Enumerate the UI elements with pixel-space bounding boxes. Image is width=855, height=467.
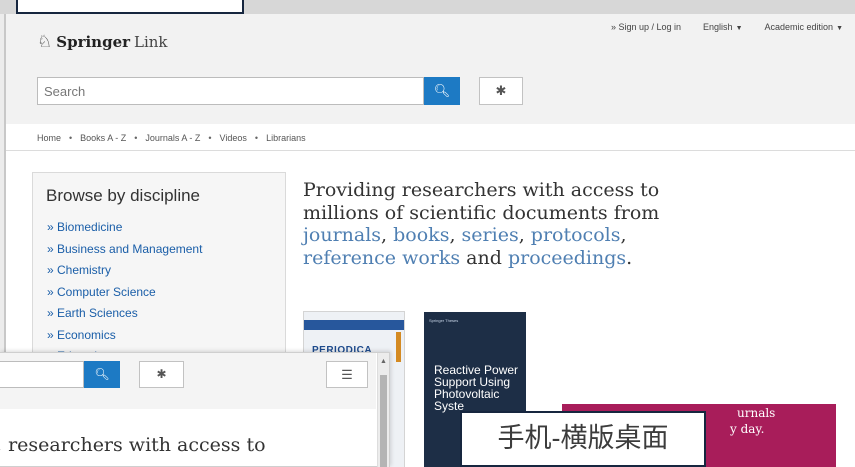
language-selector[interactable]: English ▼ [703, 22, 742, 32]
discipline-list: » Biomedicine » Business and Management … [33, 206, 285, 368]
separator-dot: • [69, 133, 73, 143]
books-link[interactable]: books [393, 224, 449, 246]
chevron-down-icon: ▼ [735, 25, 743, 32]
signup-login-link[interactable]: » Sign up / Log in [611, 22, 681, 32]
site-header: ♘ Springer Link » Sign up / Log in Engli… [6, 14, 855, 124]
cover-band [304, 320, 404, 330]
cover-accent-bar [396, 332, 401, 362]
promo-text-1: urnals [737, 406, 776, 420]
preview-search-button[interactable]: 🔍︎ [84, 361, 120, 388]
search-icon: 🔍︎ [94, 367, 110, 381]
language-label: English [703, 22, 733, 32]
nav-home[interactable]: Home [37, 133, 61, 143]
logo-springer-text: Springer [56, 33, 131, 51]
nav-librarians[interactable]: Librarians [266, 133, 306, 143]
separator-dot: • [208, 133, 212, 143]
headline-line-1: Providing researchers with access to [303, 179, 660, 201]
headline-line-4: reference works and proceedings. [303, 246, 633, 269]
mobile-landscape-caption: 手机-横版桌面 [460, 411, 706, 467]
nav-books-a-z[interactable]: Books A - Z [80, 133, 126, 143]
search-icon: 🔍︎ [433, 83, 451, 98]
search-button[interactable]: 🔍︎ [424, 77, 460, 105]
gear-icon: ✱ [156, 367, 167, 381]
proceedings-link[interactable]: proceedings [508, 247, 626, 269]
breadcrumb: Home • Books A - Z • Journals A - Z • Vi… [37, 133, 306, 143]
separator-dot: • [134, 133, 138, 143]
logo-link-text: Link [134, 33, 168, 51]
preview-headline: , researchers with access to [0, 434, 266, 456]
intro-headline: Providing researchers with access to mil… [303, 179, 823, 269]
preview-search-input[interactable] [0, 361, 84, 388]
mobile-landscape-preview: 🔍︎ ✱ ☰ , researchers with access to ▲ [0, 352, 390, 467]
discipline-link[interactable]: » Chemistry [47, 260, 285, 282]
headline-line-2: millions of scientific documents from [303, 201, 660, 224]
chevron-down-icon: ▼ [836, 25, 843, 32]
edition-selector[interactable]: Academic edition ▼ [765, 22, 843, 32]
discipline-link[interactable]: » Business and Management [47, 239, 285, 261]
browse-title: Browse by discipline [46, 186, 201, 205]
springer-link-logo[interactable]: ♘ Springer Link [37, 32, 168, 52]
discipline-link[interactable]: » Economics [47, 325, 285, 347]
preview-menu-button[interactable]: ☰ [326, 361, 368, 388]
edition-label: Academic edition [764, 22, 834, 32]
menu-icon: ☰ [341, 367, 353, 382]
settings-button[interactable]: ✱ [479, 77, 523, 105]
springer-horse-icon: ♘ [37, 32, 53, 52]
scrollbar-thumb[interactable] [380, 375, 387, 467]
scroll-up-icon[interactable]: ▲ [380, 358, 387, 365]
discipline-link[interactable]: » Computer Science [47, 282, 285, 304]
book-title: Reactive Power Support Using Photovoltai… [434, 364, 518, 412]
nav-journals-a-z[interactable]: Journals A - Z [145, 133, 200, 143]
nav-videos[interactable]: Videos [220, 133, 247, 143]
series-link[interactable]: series [462, 224, 519, 246]
separator-dot: • [254, 133, 259, 143]
journals-link[interactable]: journals [303, 224, 381, 246]
and-text: and [460, 246, 508, 269]
header-divider [6, 150, 855, 151]
book-series-label: Springer Theses [429, 318, 459, 323]
preview-settings-button[interactable]: ✱ [139, 361, 184, 388]
preview-header: 🔍︎ ✱ ☰ [0, 353, 376, 409]
gear-icon: ✱ [495, 83, 507, 98]
protocols-link[interactable]: protocols [531, 224, 621, 246]
discipline-link[interactable]: » Earth Sciences [47, 303, 285, 325]
search-input[interactable]: Search [37, 77, 424, 105]
reference-works-link[interactable]: reference works [303, 247, 460, 269]
discipline-link[interactable]: » Biomedicine [47, 217, 285, 239]
promo-text-2: y day. [730, 422, 765, 436]
top-links: » Sign up / Log in English ▼ Academic edi… [611, 22, 843, 32]
preview-scrollbar[interactable]: ▲ [377, 353, 389, 467]
headline-line-3: journals, books, series, protocols, [303, 224, 627, 246]
top-frame-box [16, 0, 244, 14]
